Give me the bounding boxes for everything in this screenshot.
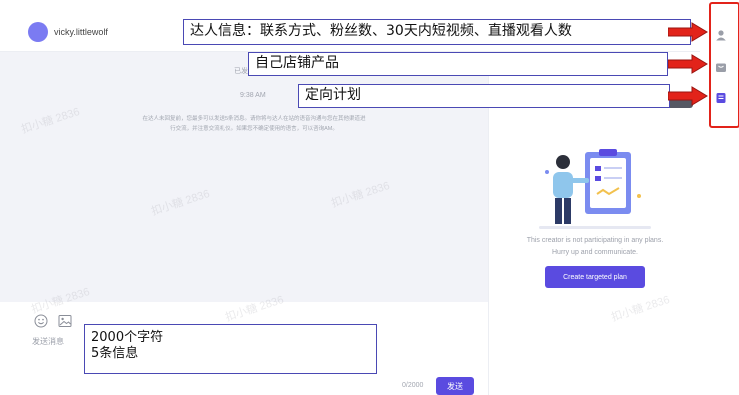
- chat-system-notice: 在达人未回复前，您最多可以发送5条消息。请你将与达人在站的语音沟通与您在其他渠道…: [142, 116, 366, 132]
- emoji-icon[interactable]: [34, 314, 48, 328]
- targeted-plan-arrow-icon: [668, 86, 708, 106]
- shop-products-icon[interactable]: [715, 61, 727, 73]
- no-plan-line-1: This creator is not participating in any…: [526, 237, 664, 244]
- send-button[interactable]: 发送: [436, 377, 474, 395]
- creator-username[interactable]: vicky.littlewolf: [54, 27, 108, 37]
- chat-status-text: 已发: [234, 68, 248, 75]
- no-plan-message: This creator is not participating in any…: [497, 235, 693, 259]
- creator-profile-icon[interactable]: [715, 29, 727, 41]
- creator-plan-illustration: [539, 149, 651, 229]
- creator-info-arrow-icon: [668, 22, 708, 42]
- creator-info-annotation: 达人信息：联系方式、粉丝数、30天内短视频、直播观看人数: [183, 19, 691, 45]
- shop-products-arrow-icon: [668, 54, 708, 74]
- shop-products-annotation: 自己店铺产品: [248, 52, 668, 76]
- targeted-plan-annotation: 定向计划: [298, 84, 670, 108]
- create-targeted-plan-button[interactable]: Create targeted plan: [545, 266, 645, 288]
- no-plan-line-2: Hurry up and communicate.: [552, 249, 638, 256]
- character-limit-note: 2000个字符: [91, 330, 164, 345]
- character-counter: 0/2000: [402, 382, 424, 389]
- message-input[interactable]: 发送消息: [32, 336, 64, 347]
- creator-avatar[interactable]: [28, 22, 48, 42]
- message-limit-note: 5条信息: [91, 346, 139, 361]
- chat-timestamp: 9:38 AM: [240, 92, 266, 99]
- compose-limit-annotation: 2000个字符 5条信息: [84, 324, 377, 374]
- targeted-plan-icon[interactable]: [715, 92, 727, 104]
- image-upload-icon[interactable]: [58, 314, 72, 328]
